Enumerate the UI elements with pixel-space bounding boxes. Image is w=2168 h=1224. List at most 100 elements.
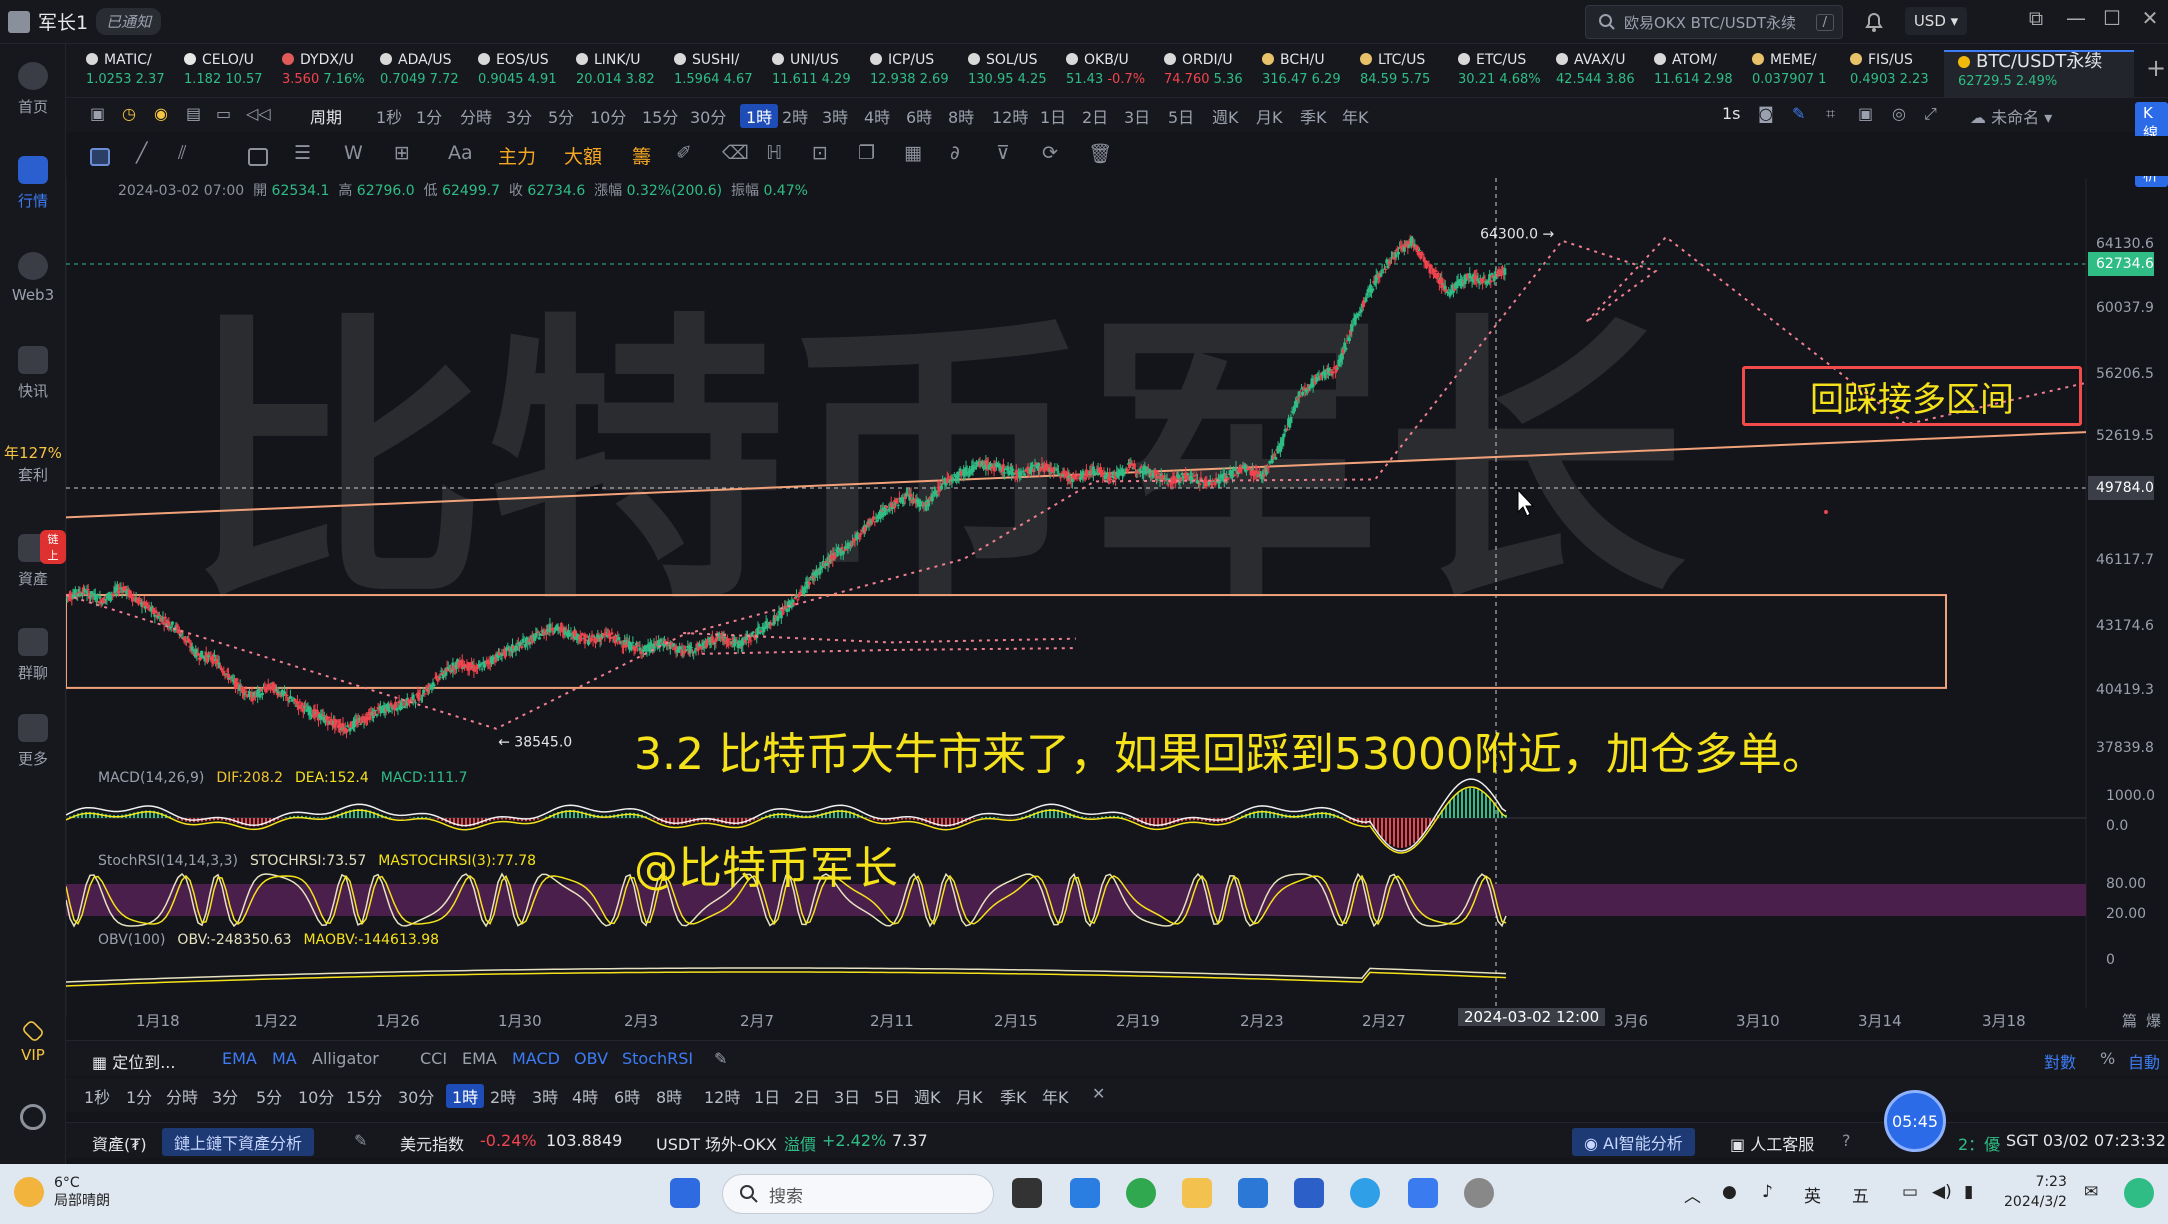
layout-icon[interactable]: ▭: [216, 104, 231, 123]
add-tab-icon[interactable]: +: [2146, 54, 2166, 82]
ticker-17[interactable]: MEME/0.037907 1: [1752, 50, 1850, 90]
network-icon[interactable]: ▭: [1902, 1182, 1918, 1202]
asset-analysis-button[interactable]: 鏈上鏈下資產分析: [162, 1128, 315, 1156]
sub-ind-obv[interactable]: OBV: [574, 1049, 608, 1068]
search-input[interactable]: 欧易OKX BTC/USDT永续 /: [1585, 5, 1843, 39]
axis-right-label[interactable]: 爆: [2146, 1010, 2161, 1031]
macd-legend[interactable]: MACD(14,26,9) DIF:208.2 DEA:152.4 MACD:111.…: [98, 770, 480, 786]
rect-tool-icon[interactable]: [248, 148, 268, 166]
interval2-9[interactable]: 2時: [490, 1084, 516, 1108]
speed-label[interactable]: 1s: [1722, 104, 1741, 123]
log-scale-toggle[interactable]: 對數: [2044, 1049, 2076, 1073]
channel-tool-icon[interactable]: ⫽: [178, 142, 186, 164]
trading-app-icon[interactable]: [1408, 1178, 1438, 1208]
interval-3[interactable]: 分時: [460, 104, 492, 128]
notification-icon[interactable]: ✉: [2084, 1182, 2098, 1202]
ticker-14[interactable]: ETC/US 30.21 4.68%: [1458, 50, 1556, 90]
sidebar-item-web3[interactable]: Web3: [0, 252, 66, 304]
settings-button[interactable]: [0, 1104, 66, 1136]
interval2-20[interactable]: 月K: [956, 1084, 983, 1108]
interval2-16[interactable]: 2日: [794, 1084, 820, 1108]
fib-tool-icon[interactable]: ☰: [294, 142, 311, 164]
crop-icon[interactable]: ⌗: [1826, 104, 1835, 124]
interval-8[interactable]: 30分: [690, 104, 726, 128]
copy-icon[interactable]: ❐: [858, 142, 875, 164]
ai-analysis-button[interactable]: ◉ AI智能分析: [1572, 1128, 1695, 1156]
fullscreen-icon[interactable]: ⤢: [1924, 104, 1937, 124]
brush-icon[interactable]: ✐: [676, 142, 692, 164]
interval-4[interactable]: 3分: [506, 104, 532, 128]
ticker-12[interactable]: BCH/U 316.47 6.29: [1262, 50, 1360, 90]
window-icon[interactable]: ▣: [1858, 104, 1873, 123]
interval2-0[interactable]: 1秒: [84, 1084, 110, 1108]
ime-mode[interactable]: 五: [1852, 1182, 1869, 1207]
edit-icon[interactable]: ✎: [354, 1131, 367, 1150]
sub-ind-cci[interactable]: CCI: [420, 1049, 447, 1068]
filter-icon[interactable]: ⊽: [996, 142, 1010, 164]
chart-area[interactable]: 比特币军长 64300.0 → ← 38545.0: [66, 178, 2168, 1016]
ticker-15[interactable]: AVAX/U 42.544 3.86: [1556, 50, 1654, 90]
main-force-button[interactable]: 主力: [498, 142, 536, 169]
interval2-17[interactable]: 3日: [834, 1084, 860, 1108]
measure-tool-icon[interactable]: ⊞: [394, 142, 410, 164]
interval-18[interactable]: 3日: [1124, 104, 1150, 128]
sub-ind-stochrsi[interactable]: StochRSI: [622, 1049, 693, 1068]
interval-7[interactable]: 15分: [642, 104, 678, 128]
windows-start-icon[interactable]: [670, 1178, 700, 1208]
ticker-8[interactable]: ICP/US 12.938 2.69: [870, 50, 968, 90]
obv-legend[interactable]: OBV(100) OBV:-248350.63 MAOBV:-144613.98: [98, 932, 451, 948]
minimize-icon[interactable]: —: [2060, 6, 2092, 30]
ticker-16[interactable]: ATOM/11.614 2.98: [1654, 50, 1752, 90]
interval2-11[interactable]: 4時: [572, 1084, 598, 1108]
ticker-18[interactable]: FIS/US 0.4903 2.23: [1850, 50, 1948, 90]
eraser-icon[interactable]: ⌫: [722, 142, 749, 164]
interval-13[interactable]: 6時: [906, 104, 932, 128]
sidebar-item-chat[interactable]: 群聊: [0, 628, 66, 683]
interval2-10[interactable]: 3時: [532, 1084, 558, 1108]
interval2-3[interactable]: 3分: [212, 1084, 238, 1108]
edit-indicators-icon[interactable]: ✎: [714, 1049, 727, 1068]
locate-button[interactable]: ▦ 定位到...: [92, 1049, 175, 1073]
auto-scale-toggle[interactable]: 自動: [2128, 1049, 2160, 1073]
popout-icon[interactable]: ⧉: [2020, 6, 2052, 30]
ime-lang[interactable]: 英: [1804, 1182, 1821, 1207]
sidebar-item-news[interactable]: 快讯: [0, 346, 66, 401]
interval-20[interactable]: 週K: [1212, 104, 1239, 128]
interval-14[interactable]: 8時: [948, 104, 974, 128]
interval2-21[interactable]: 季K: [1000, 1084, 1027, 1108]
interval2-5[interactable]: 10分: [298, 1084, 334, 1108]
percent-scale-toggle[interactable]: %: [2100, 1049, 2115, 1068]
interval2-22[interactable]: 年K: [1042, 1084, 1069, 1108]
user-menu[interactable]: 军长1 已通知: [8, 8, 162, 35]
interval-16[interactable]: 1日: [1040, 104, 1066, 128]
rewind-icon[interactable]: ◁◁: [246, 104, 271, 123]
interval2-7[interactable]: 30分: [398, 1084, 434, 1108]
camera-icon[interactable]: ◙: [1758, 104, 1774, 123]
interval-9[interactable]: 1時: [740, 104, 779, 128]
interval2-14[interactable]: 12時: [704, 1084, 740, 1108]
ticker-7[interactable]: UNI/US 11.611 4.29: [772, 50, 870, 90]
store-icon[interactable]: [1070, 1178, 1100, 1208]
interval2-19[interactable]: 週K: [914, 1084, 941, 1108]
ticker-11[interactable]: ORDI/U 74.760 5.36: [1164, 50, 1262, 90]
task-view-icon[interactable]: [1012, 1178, 1042, 1208]
crosshair-tool-icon[interactable]: [90, 148, 110, 166]
browser-icon[interactable]: [1126, 1178, 1156, 1208]
tray-expand-icon[interactable]: ︿: [1684, 1182, 1701, 1207]
interval-6[interactable]: 10分: [590, 104, 626, 128]
magnet-icon[interactable]: ∂: [950, 142, 960, 164]
main-ind-alligator[interactable]: Alligator: [312, 1049, 379, 1068]
ticker-5[interactable]: LINK/U 20.014 3.82: [576, 50, 674, 90]
ticker-0[interactable]: MATIC/1.0253 2.37: [86, 50, 184, 90]
interval2-13[interactable]: 8時: [656, 1084, 682, 1108]
stochrsi-legend[interactable]: StochRSI(14,14,3,3) STOCHRSI:73.57 MASTOCH…: [98, 853, 548, 869]
ticker-2[interactable]: DYDX/U 3.560 7.16%: [282, 50, 380, 90]
meeting-icon[interactable]: [1294, 1178, 1324, 1208]
interval-15[interactable]: 12時: [992, 104, 1028, 128]
lock-icon[interactable]: ⊡: [812, 142, 828, 164]
ticker-6[interactable]: SUSHI/1.5964 4.67: [674, 50, 772, 90]
close-interval-icon[interactable]: ✕: [1092, 1084, 1105, 1103]
mic-icon[interactable]: ♪: [1762, 1182, 1773, 1202]
line-tool-icon[interactable]: ╱: [136, 142, 147, 164]
ticker-4[interactable]: EOS/US 0.9045 4.91: [478, 50, 576, 90]
